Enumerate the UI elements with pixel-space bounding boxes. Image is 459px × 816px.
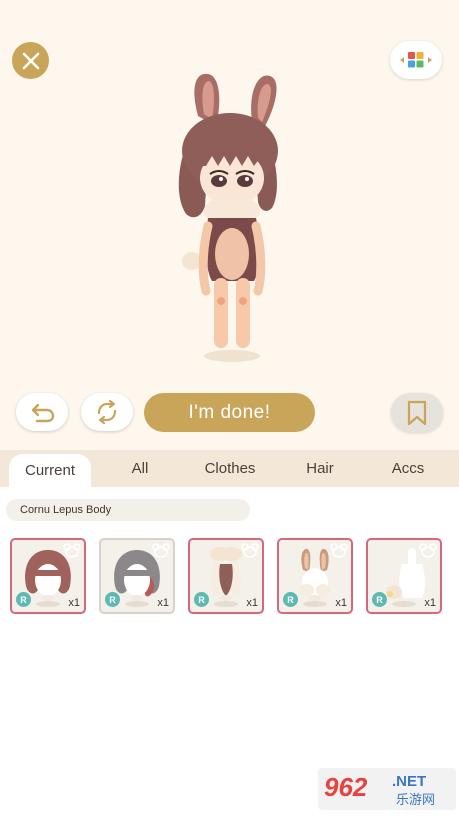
bear-icon (63, 543, 81, 558)
item-quantity: x1 (246, 597, 258, 609)
item-card[interactable]: R x1 (188, 538, 264, 614)
undo-icon (31, 403, 55, 423)
item-card[interactable]: R x1 (277, 538, 353, 614)
bear-icon (330, 543, 348, 558)
bear-icon (152, 543, 170, 558)
shuffle-icon (97, 399, 117, 425)
tab-all[interactable]: All (110, 450, 170, 487)
color-grid-icon (400, 52, 432, 68)
tab-hair[interactable]: Hair (290, 450, 350, 487)
randomize-button[interactable] (81, 393, 133, 431)
avatar-character (178, 73, 278, 362)
items-panel: Cornu Lepus Body R x1 R x1 R x1 R x1 R x… (0, 487, 459, 816)
bookmark-button[interactable] (391, 393, 443, 432)
bookmark-icon (407, 400, 427, 425)
rarity-badge: R (16, 592, 31, 607)
tab-current[interactable]: Current (9, 454, 91, 487)
bear-icon (419, 543, 437, 558)
tab-accs[interactable]: Accs (378, 450, 438, 487)
item-quantity: x1 (335, 597, 347, 609)
color-palette-button[interactable] (390, 41, 442, 79)
rarity-badge: R (194, 592, 209, 607)
current-set-name: Cornu Lepus Body (6, 499, 250, 521)
item-quantity: x1 (157, 597, 169, 609)
watermark-number: 962 (324, 772, 368, 802)
avatar-stage: I'm done! (0, 0, 459, 450)
bear-icon (241, 543, 259, 558)
item-card[interactable]: R x1 (99, 538, 175, 614)
rarity-badge: R (105, 592, 120, 607)
undo-button[interactable] (16, 393, 68, 431)
tab-clothes[interactable]: Clothes (189, 450, 271, 487)
done-button[interactable]: I'm done! (144, 393, 315, 432)
watermark-suffix: .NET (392, 773, 426, 790)
item-card[interactable]: R x1 (10, 538, 86, 614)
rarity-badge: R (283, 592, 298, 607)
site-watermark: 962 .NET 乐游网 (318, 768, 456, 810)
close-button[interactable] (12, 42, 49, 79)
item-quantity: x1 (424, 597, 436, 609)
watermark-chinese: 乐游网 (396, 793, 435, 808)
category-tabs: Current All Clothes Hair Accs (0, 450, 459, 487)
item-quantity: x1 (68, 597, 80, 609)
rarity-badge: R (372, 592, 387, 607)
item-card[interactable]: R x1 (366, 538, 442, 614)
close-icon (22, 52, 39, 69)
